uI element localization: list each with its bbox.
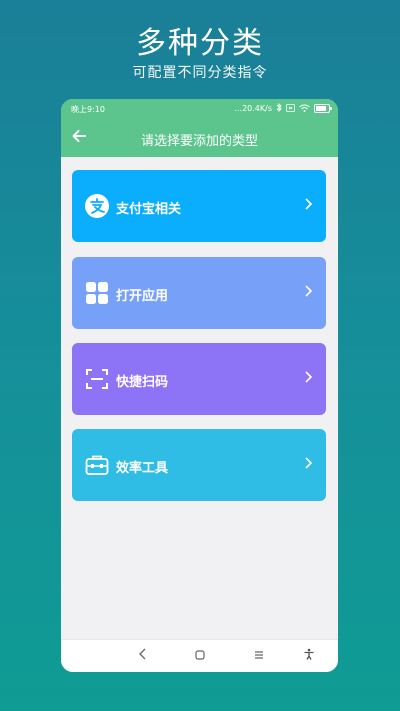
toolbox-icon — [85, 453, 109, 477]
category-card-open-app[interactable]: 打开应用 — [72, 257, 326, 329]
category-label: 效率工具 — [116, 461, 169, 476]
promo-subtitle: 可配置不同分类指令 — [132, 65, 268, 81]
status-bar: 晚上9:10 ...20.4K/s — [61, 99, 338, 119]
chevron-right-icon — [304, 283, 313, 301]
category-label: 快捷扫码 — [116, 375, 169, 390]
sim-icon — [286, 103, 295, 114]
battery-icon — [314, 104, 332, 113]
system-nav-bar — [61, 639, 338, 672]
status-time: 晚上9:10 — [71, 105, 105, 114]
bluetooth-icon — [276, 102, 282, 114]
accessibility-icon[interactable] — [301, 648, 317, 664]
back-nav-icon[interactable] — [135, 648, 151, 664]
menu-nav-icon[interactable] — [251, 648, 267, 664]
home-nav-icon[interactable] — [192, 648, 208, 664]
wifi-icon — [299, 104, 310, 114]
chevron-right-icon — [304, 455, 313, 473]
category-card-efficiency-tools[interactable]: 效率工具 — [72, 429, 326, 501]
category-label: 打开应用 — [116, 289, 169, 304]
category-card-quick-scan[interactable]: 快捷扫码 — [72, 343, 326, 415]
app-toolbar: 请选择要添加的类型 — [61, 119, 338, 157]
app-grid-icon — [85, 281, 109, 305]
chevron-right-icon — [304, 196, 313, 214]
category-label: 支付宝相关 — [116, 202, 182, 217]
category-card-alipay[interactable]: 支付宝相关 — [72, 170, 326, 242]
alipay-icon — [85, 194, 109, 218]
network-speed: ...20.4K/s — [234, 104, 272, 113]
page-title: 请选择要添加的类型 — [140, 134, 258, 149]
scan-icon — [85, 367, 109, 391]
promo-title: 多种分类 — [136, 26, 264, 61]
phone-screen: 晚上9:10 ...20.4K/s 请选择要添加的类型 支付宝相关 打开应用 快… — [61, 99, 338, 672]
chevron-right-icon — [304, 369, 313, 387]
status-icons: ...20.4K/s — [234, 102, 332, 114]
